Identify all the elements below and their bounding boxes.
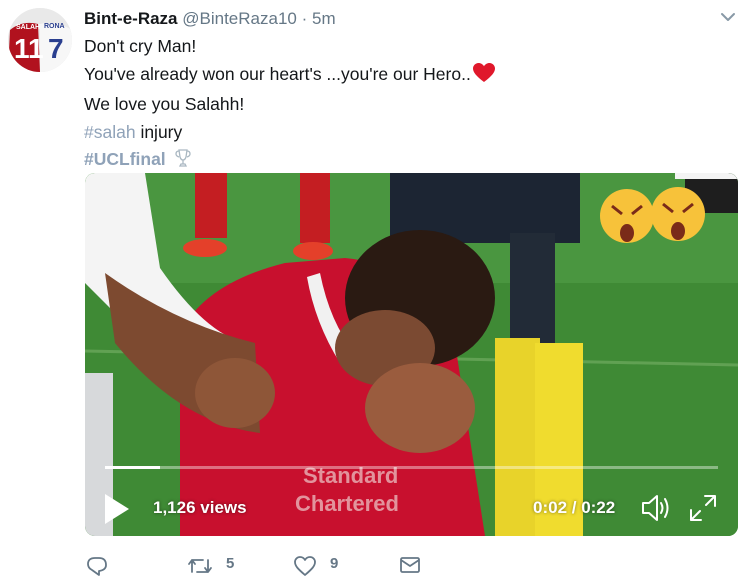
tweet-line-text: You've already won our heart's ...you're… <box>84 63 471 84</box>
retweet-button[interactable]: 5 <box>187 552 247 580</box>
video-shirt-sponsor: Standard Chartered <box>295 463 399 516</box>
video-time: 0:02 / 0:22 <box>533 498 616 517</box>
avatar-jersey-number-right: 7 <box>48 33 64 64</box>
like-icon <box>294 556 316 576</box>
volume-icon[interactable] <box>640 493 672 523</box>
retweet-count: 5 <box>226 555 235 572</box>
avatar-jersey-name-left: SALAH <box>16 24 40 31</box>
red-heart-icon <box>472 62 495 92</box>
sponsor-line-2: Chartered <box>295 491 399 516</box>
play-icon[interactable] <box>102 491 132 527</box>
reply-icon <box>87 557 107 576</box>
like-count: 9 <box>330 555 339 572</box>
tweet-header: Bint-e-Raza @BinteRaza10 · 5m <box>84 8 336 30</box>
tweet-line: #salah injury <box>84 119 724 147</box>
tweet-line: We love you Salahh! <box>84 91 724 119</box>
video-player[interactable]: Standard Chartered 1,126 views 0:02 / 0:… <box>85 173 738 536</box>
tweet-line-text: injury <box>135 121 183 142</box>
tweet-line-text: Don't cry Man! <box>84 36 197 56</box>
direct-message-button[interactable] <box>397 552 427 580</box>
author-handle[interactable]: @BinteRaza10 <box>182 9 297 28</box>
reply-button[interactable] <box>84 552 124 580</box>
video-progress-fill <box>105 466 161 469</box>
author-name[interactable]: Bint-e-Raza <box>84 9 178 28</box>
retweet-icon <box>188 559 212 573</box>
mail-icon <box>400 557 420 573</box>
meta-separator: · <box>301 9 308 28</box>
tweet-text: Don't cry Man! You've already won our he… <box>84 33 724 178</box>
like-button[interactable]: 9 <box>293 552 353 580</box>
view-count: 1,126 views <box>153 498 247 517</box>
video-progress-bar[interactable] <box>105 466 718 469</box>
tweet-line: Don't cry Man! <box>84 33 724 61</box>
tweet-timestamp[interactable]: 5m <box>312 9 336 28</box>
avatar-jersey-name-right: RONA <box>44 23 65 30</box>
fullscreen-icon[interactable] <box>688 493 718 523</box>
hashtag-salah[interactable]: #salah <box>84 122 136 142</box>
hashtag-uclfinal[interactable]: #UCLfinal <box>84 149 166 169</box>
tweet-line: You've already won our heart's ...you're… <box>84 61 724 92</box>
avatar-jersey-number-left: 11 <box>14 33 44 64</box>
avatar[interactable]: SALAH RONA 11 7 <box>8 8 72 72</box>
tweet-line-text: We love you Salahh! <box>84 94 245 115</box>
chevron-down-icon[interactable] <box>718 10 738 26</box>
tweet-actions: 5 9 <box>84 552 484 580</box>
